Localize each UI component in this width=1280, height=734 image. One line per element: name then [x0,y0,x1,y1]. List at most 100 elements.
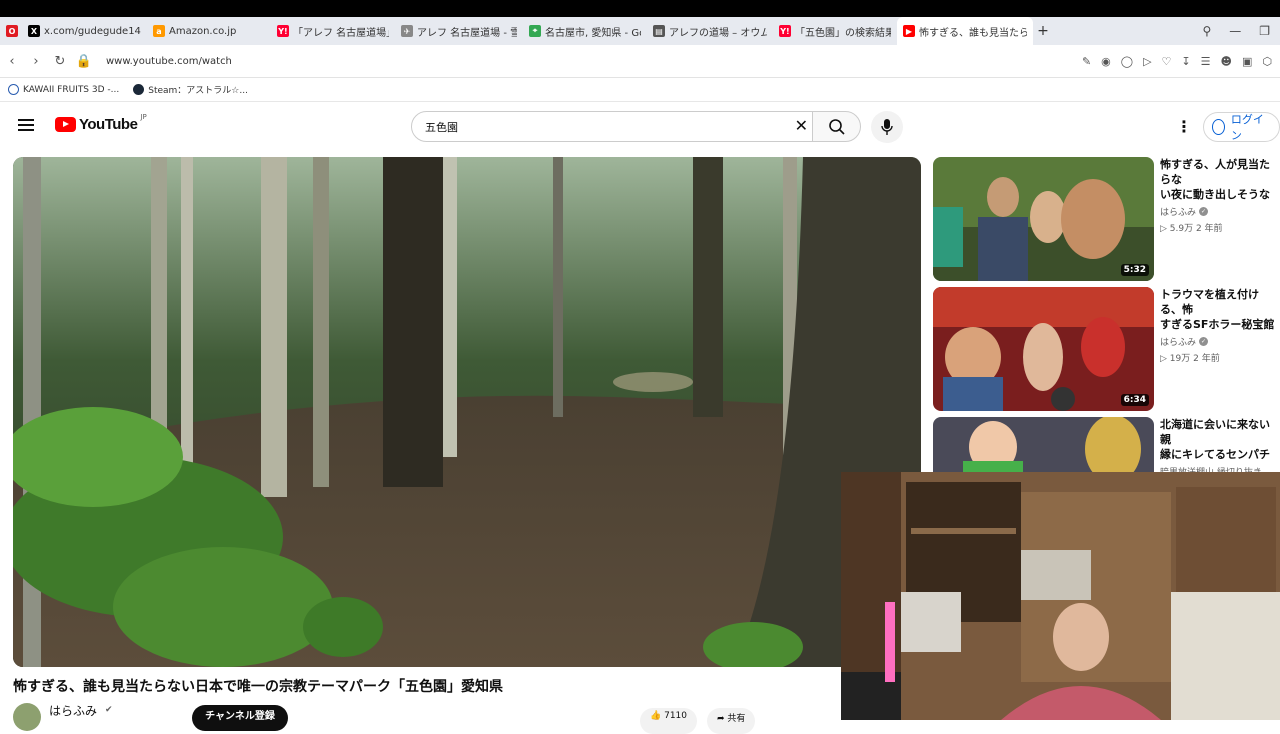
more-options-icon[interactable]: ⋮ [1176,117,1192,136]
screen-top-bar [0,0,1280,17]
browser-tab-label: 怖すぎる、誰も見当たら [919,27,1027,39]
edit-icon[interactable]: ✎ [1082,55,1091,68]
bookmark-steam[interactable]: Steam：アストラル☆... [133,83,248,96]
steam-icon [133,84,145,95]
recommendation-thumbnail[interactable] [933,417,1154,473]
account-icon [1212,119,1225,135]
download-icon[interactable]: ↧ [1181,55,1190,68]
recommendation-title[interactable]: 怖すぎる、人が見当たらな い夜に動き出しそうなテー マパーク「関ヶ原ウォー... [1160,157,1280,202]
recommendation-item[interactable]: 5:32 怖すぎる、人が見当たらな い夜に動き出しそうなテー マパーク「関ヶ原ウ… [933,157,1280,282]
browser-tab[interactable]: Xx.com/gudegude147/statu [22,17,147,45]
site-icon: ✈ [401,25,413,37]
views-age: 19万 2 年前 [1169,354,1220,364]
extension-icon[interactable]: ▣ [1242,55,1252,68]
x-icon: X [28,25,40,37]
thumbnail-museum-image [933,287,1154,411]
verified-icon: ✓ [1199,207,1209,216]
doc-icon: ▤ [653,25,665,37]
search-query: 五色園 [425,120,458,134]
subscribe-button[interactable]: チャンネル登録 [192,705,288,731]
globe-icon [8,84,19,95]
recommendation-title[interactable]: トラウマを植え付ける、怖 すぎるSFホラー秘宝館 「大道芸術館」東京都墨... [1160,287,1280,332]
browser-tab[interactable]: Y! 「アレフ 名古屋道場」の検索 [271,17,395,45]
window-controls: ⚲ — ❐ [1202,17,1280,45]
login-button[interactable]: ログイン [1203,112,1280,142]
recommendation-thumbnail[interactable]: 5:32 [933,157,1154,281]
browser-tab-strip: OXx.com/gudegude147/statu a Amazon.co.jp Y!… [0,17,1280,45]
microphone-icon [881,119,893,135]
views-age: 5.9万 2 年前 [1169,224,1223,234]
thumbnail-statues-image [933,157,1154,281]
youtube-masthead: YouTube JP 五色園 ✕ ⋮ ログイン [0,102,1280,150]
search-icon [828,118,845,135]
video-duration: 5:32 [1120,264,1149,276]
recommendation-channel[interactable]: はらふみ [1160,205,1196,218]
address-bar-tools: ✎ ◉ ◯ ▷ ♡ ↧ ☰ ☻ ▣ ⬡ [1082,45,1272,78]
search-input[interactable]: 五色園 ✕ [411,111,813,142]
new-tab-button[interactable]: + [1033,21,1053,41]
play-count-icon: ▷ [1160,354,1167,364]
forward-icon[interactable]: › [24,54,48,69]
browser-tab[interactable]: ▤ アレフの道場 – オウム真理教 [647,17,773,45]
cube-icon[interactable]: ⬡ [1262,55,1272,68]
video-owner: はらふみ ✔ [13,700,113,731]
like-button[interactable]: 👍 7110 [640,708,697,734]
camera-icon[interactable]: ◉ [1101,55,1111,68]
browser-tab-label: 「アレフ 名古屋道場」の検索 [293,27,389,39]
minimize-icon[interactable]: — [1229,24,1241,38]
youtube-icon: ▶ [903,25,915,37]
lock-icon: 🔒 [75,53,93,69]
browser-tab-label: Amazon.co.jp [169,25,237,37]
verified-icon: ✔ [105,705,113,715]
share-icon: ➦ [717,714,725,724]
browser-tab-label: アレフ 名古屋道場 - 雪だるま [417,27,517,39]
reload-icon[interactable]: ↻ [48,54,72,69]
recommendation-thumbnail[interactable]: 6:34 [933,287,1154,411]
address-bar: ‹ › ↻ 🔒 www.youtube.com/watch ✎ ◉ ◯ ▷ ♡ … [0,45,1280,78]
channel-avatar[interactable] [13,703,41,731]
vpn-icon[interactable]: ◯ [1121,55,1133,68]
yahoo-icon: Y! [277,25,289,37]
recommendation-item[interactable]: 6:34 トラウマを植え付ける、怖 すぎるSFホラー秘宝館 「大道芸術館」東京都… [933,287,1280,412]
browser-tab-label: アレフの道場 – オウム真理教 [669,27,767,39]
video-player[interactable] [13,157,921,667]
url-field[interactable]: www.youtube.com/watch [106,56,232,67]
youtube-logo[interactable]: YouTube JP [55,113,147,133]
play-count-icon: ▷ [1160,224,1167,234]
recommendation-item[interactable]: 北海道に会いに来ない親 縁にキレてるセンパチ＆ハ 子と通話する... 暗黒放送棚… [933,417,1280,473]
recommendation-channel[interactable]: はらふみ [1160,335,1196,348]
yahoo-icon: Y! [779,25,791,37]
search-button[interactable] [812,111,861,142]
restore-icon[interactable]: ❐ [1259,24,1270,38]
tab-search-icon[interactable]: ⚲ [1202,24,1211,38]
player-icon[interactable]: ▷ [1143,55,1151,68]
amazon-icon: a [153,25,165,37]
browser-tab[interactable]: ▶ 怖すぎる、誰も見当たら [897,17,1033,45]
browser-tab[interactable]: ⌖ 名古屋市, 愛知県 - Google [523,17,647,45]
browser-tab[interactable]: ✈ アレフ 名古屋道場 - 雪だるま [395,17,523,45]
share-button[interactable]: ➦ 共有 [707,708,756,734]
bookmark-kawaii-fruits[interactable]: KAWAII FRUITS 3D -... [8,84,119,95]
video-title: 怖すぎる、誰も見当たらない日本で唯一の宗教テーマパーク「五色園」愛知県 [13,679,503,695]
bookmark-label: Steam：アストラル☆... [148,86,248,96]
voice-search-button[interactable] [871,111,903,143]
webcam-overlay [841,472,1280,720]
recommendation-title[interactable]: 北海道に会いに来ない親 縁にキレてるセンパチ＆ハ 子と通話する... [1160,417,1280,462]
browser-tab[interactable]: O [0,17,22,45]
back-icon[interactable]: ‹ [0,54,24,69]
youtube-play-icon [55,117,76,132]
channel-name[interactable]: はらふみ [49,702,97,719]
browser-tab[interactable]: a Amazon.co.jp [147,17,271,45]
clear-search-icon[interactable]: ✕ [795,116,808,135]
browser-tab-label: x.com/gudegude147/statu [44,25,141,37]
profile-icon[interactable]: ☻ [1221,55,1232,68]
heart-icon[interactable]: ♡ [1162,55,1172,68]
bookmarks-bar: KAWAII FRUITS 3D -... Steam：アストラル☆... [0,78,1280,102]
menu-icon[interactable]: ☰ [1201,55,1211,68]
login-label: ログイン [1230,113,1264,142]
browser-tab[interactable]: Y! 「五色園」の検索結果 - Yah [773,17,897,45]
video-duration: 6:34 [1120,394,1149,406]
video-actions: 👍 7110 ➦ 共有 [640,708,756,734]
webcam-feed-image [841,472,1280,720]
hamburger-menu-icon[interactable] [18,119,34,131]
